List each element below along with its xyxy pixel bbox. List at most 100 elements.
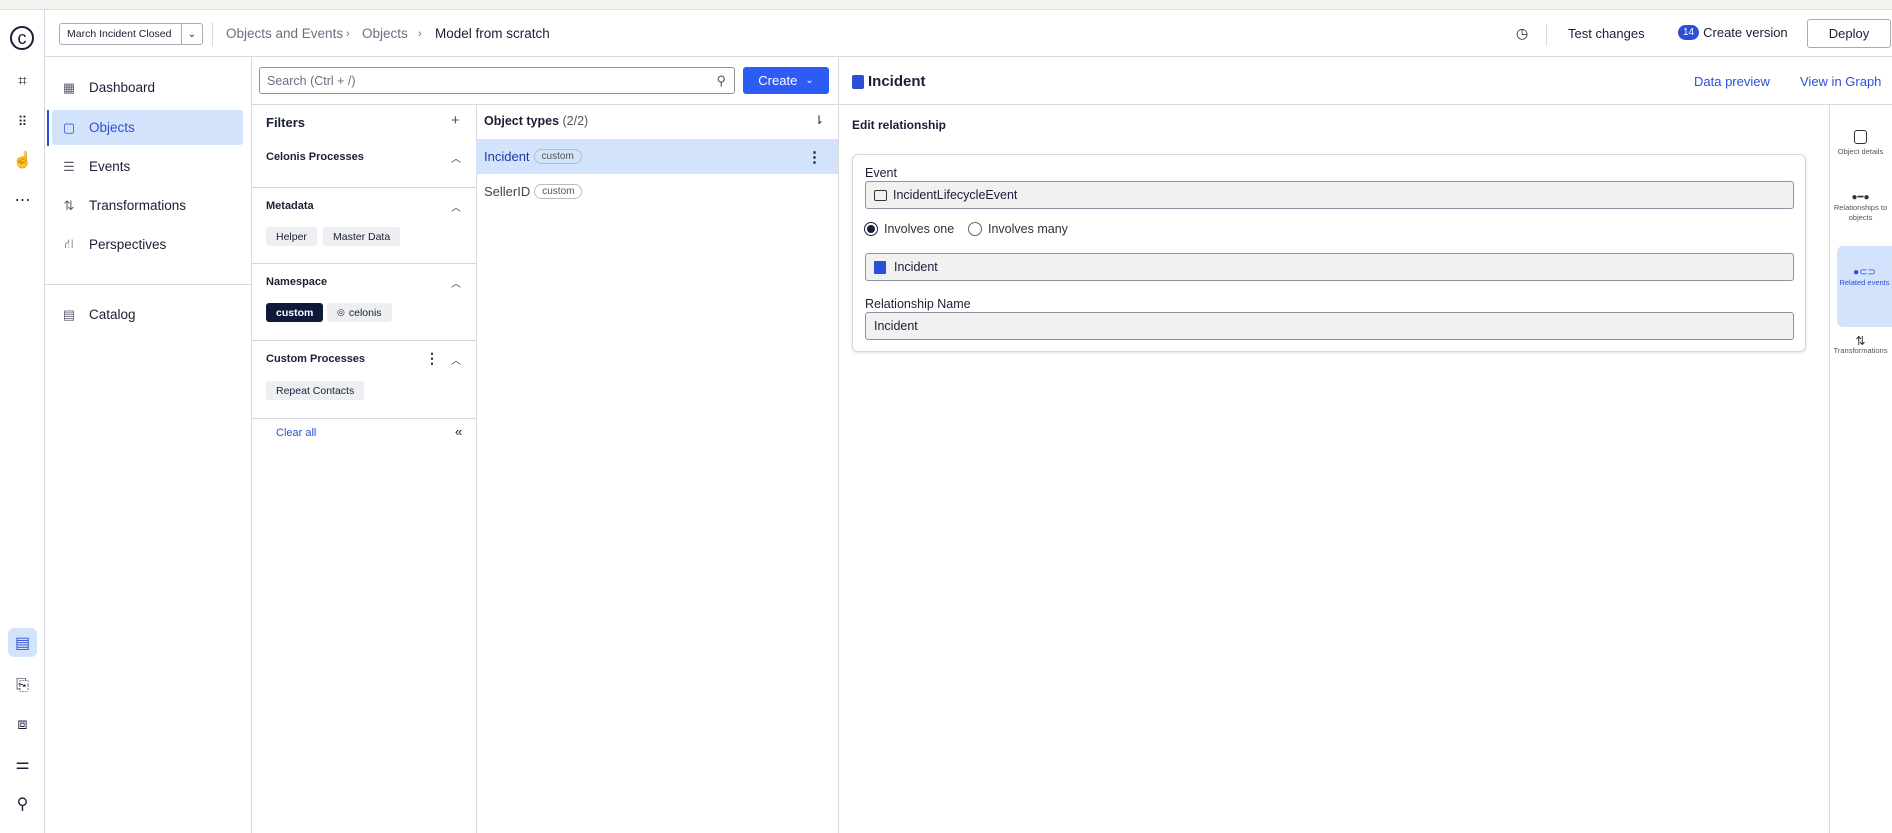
radio-checked <box>864 222 878 236</box>
rail-object-details[interactable]: Object details <box>1829 130 1892 157</box>
package-icon[interactable]: ⧈ <box>8 710 37 739</box>
scan-icon[interactable]: ⌗ <box>8 67 37 96</box>
model-select-value: March Incident Closed <box>67 28 172 40</box>
nav-label: Transformations <box>89 198 187 213</box>
relationship-name-input[interactable]: Incident <box>865 312 1794 340</box>
event-label: Event <box>865 166 897 180</box>
radio-label: Involves one <box>884 222 955 236</box>
chevron-up-icon[interactable]: ︿ <box>451 352 461 367</box>
filter-chip[interactable]: ◎ celonis <box>327 303 392 322</box>
detail-title-text: Incident <box>868 73 926 90</box>
rail-label: Relationships to objects <box>1833 203 1888 222</box>
chevron-up-icon[interactable]: ︿ <box>451 199 461 214</box>
rail-label: Transformations <box>1833 346 1888 355</box>
create-label: Create <box>758 73 798 88</box>
divider <box>45 284 251 285</box>
divider <box>251 187 476 188</box>
divider <box>251 340 476 341</box>
breadcrumb-separator: › <box>418 28 422 40</box>
divider <box>251 263 476 264</box>
filters-title: Filters <box>266 115 306 130</box>
divider <box>476 104 477 833</box>
nav-perspectives[interactable]: ⛙ Perspectives <box>52 227 243 262</box>
rail-label: Object details <box>1837 147 1884 156</box>
search-icon[interactable]: ⚲ <box>8 789 37 818</box>
celonis-icon: ◎ <box>337 307 345 317</box>
history-icon[interactable]: ◷ <box>1516 25 1528 42</box>
nav-transformations[interactable]: ⇅ Transformations <box>52 188 243 223</box>
test-changes-button[interactable]: Test changes <box>1568 26 1645 41</box>
divider <box>251 104 1892 105</box>
breadcrumb-objects-and-events[interactable]: Objects and Events <box>226 26 343 41</box>
nav-objects[interactable]: ▢ Objects <box>52 110 243 145</box>
section-title: Edit relationship <box>852 118 947 132</box>
app-rail: c ⌗ ⠿ ☝ ⋯ ▤ ⎘ ⧈ ⚌ ⚲ <box>0 10 45 833</box>
view-in-graph-link[interactable]: View in Graph <box>1800 74 1881 89</box>
filter-chip[interactable]: Master Data <box>323 227 401 246</box>
event-icon <box>874 189 887 201</box>
sort-icon[interactable]: ⇂ <box>814 113 824 127</box>
event-field[interactable]: IncidentLifecycleEvent <box>865 181 1794 209</box>
more-icon[interactable]: ⋯ <box>8 185 37 214</box>
sliders-icon[interactable]: ⚌ <box>8 749 37 778</box>
rail-related-events[interactable]: ●⊂⊃ Related events <box>1837 246 1892 327</box>
radio-involves-many[interactable]: Involves many <box>968 222 1068 236</box>
create-version-button[interactable]: 14 Create version <box>1678 25 1788 40</box>
more-vertical-icon[interactable]: ⋮ <box>425 350 439 367</box>
nav-label: Events <box>89 159 131 174</box>
object-field[interactable]: Incident <box>865 253 1794 281</box>
filter-section-title: Custom Processes <box>266 353 366 365</box>
filter-chip-selected[interactable]: custom <box>266 303 324 322</box>
nav-label: Dashboard <box>89 80 156 95</box>
model-select[interactable]: March Incident Closed ⌄ <box>59 23 203 45</box>
create-button[interactable]: Create ⌄ <box>743 67 829 94</box>
add-filter-icon[interactable]: + <box>451 112 460 129</box>
radio-label: Involves many <box>988 222 1068 236</box>
clipboard-icon: ▤ <box>62 306 76 322</box>
filter-chip[interactable]: Helper <box>266 227 317 246</box>
nav-dashboard[interactable]: ▦ Dashboard <box>52 70 243 105</box>
collapse-icon[interactable]: « <box>455 424 462 439</box>
object-type-row[interactable]: SellerID custom <box>476 174 838 209</box>
database-icon[interactable]: ▤ <box>8 628 37 657</box>
hand-pointer-icon[interactable]: ☝ <box>8 145 37 174</box>
rail-transformations[interactable]: ⇅ Transformations <box>1829 335 1892 356</box>
chevron-up-icon[interactable]: ︿ <box>451 275 461 290</box>
version-count-badge: 14 <box>1678 25 1700 40</box>
chevron-down-icon: ⌄ <box>181 24 202 44</box>
divider <box>251 418 476 419</box>
object-icon: ▢ <box>62 119 76 135</box>
filter-chip[interactable]: Repeat Contacts <box>266 381 365 400</box>
hierarchy-icon: ⛙ <box>64 235 74 251</box>
chevron-up-icon[interactable]: ︿ <box>451 150 461 165</box>
object-type-name: Incident <box>484 149 530 164</box>
new-file-icon[interactable]: ⎘ <box>8 671 37 700</box>
search-placeholder: Search (Ctrl + /) <box>267 73 356 88</box>
apps-grid-icon[interactable]: ⠿ <box>8 107 37 136</box>
data-preview-link[interactable]: Data preview <box>1694 74 1770 89</box>
rail-relationships[interactable]: ●━● Relationships to objects <box>1829 193 1892 223</box>
clear-all-link[interactable]: Clear all <box>276 427 316 439</box>
search-input[interactable]: Search (Ctrl + /) ⚲ <box>259 67 735 94</box>
divider <box>838 57 839 833</box>
celonis-logo-icon[interactable]: c <box>10 26 34 50</box>
nav-events[interactable]: ☰ Events <box>52 149 243 184</box>
relationship-name-label: Relationship Name <box>865 297 971 311</box>
object-type-row[interactable]: Incident custom ⋮ <box>476 139 838 174</box>
breadcrumb-separator: › <box>346 28 350 40</box>
object-types-count: (2/2) <box>562 114 589 128</box>
namespace-tag: custom <box>533 149 582 164</box>
object-color-swatch <box>852 74 864 89</box>
search-icon: ⚲ <box>716 72 726 88</box>
more-vertical-icon[interactable]: ⋮ <box>807 148 822 166</box>
radio-involves-one[interactable]: Involves one <box>864 222 954 236</box>
breadcrumb-objects[interactable]: Objects <box>362 26 408 41</box>
divider <box>251 57 252 833</box>
breadcrumb-current: Model from scratch <box>435 26 550 41</box>
nav-catalog[interactable]: ▤ Catalog <box>52 297 243 332</box>
nav-label: Objects <box>89 120 135 135</box>
deploy-button[interactable]: Deploy <box>1807 19 1891 48</box>
related-events-icon: ●⊂⊃ <box>1853 267 1876 278</box>
divider <box>1546 24 1547 46</box>
object-type-name: SellerID <box>484 184 531 199</box>
